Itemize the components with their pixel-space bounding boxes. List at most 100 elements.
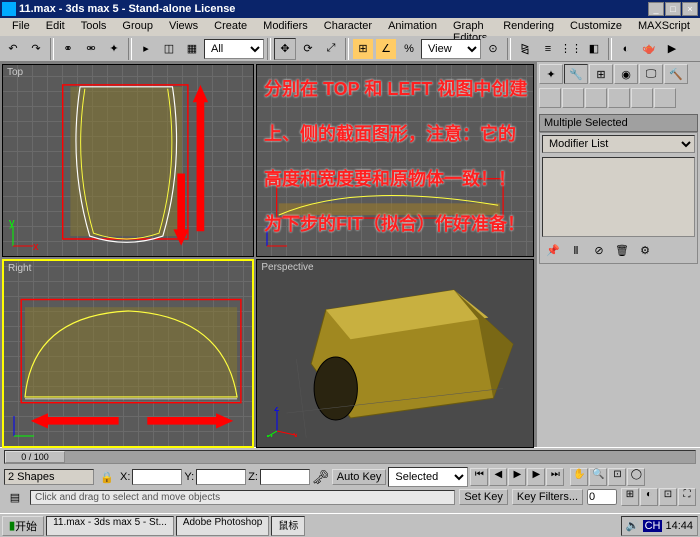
menu-create[interactable]: Create (206, 18, 255, 36)
tray-icon[interactable]: 🔊 (626, 519, 640, 532)
select-button[interactable]: ▸ (135, 38, 157, 60)
use-center[interactable]: ⊙ (482, 38, 504, 60)
keyfilters-button[interactable]: Key Filters... (512, 489, 583, 505)
menu-tools[interactable]: Tools (73, 18, 115, 36)
hierarchy-tab[interactable]: ⊞ (589, 64, 613, 84)
zoom-extents-button[interactable]: ⊡ (608, 468, 626, 486)
goto-end-button[interactable]: ⏭ (546, 468, 564, 486)
modify-tab[interactable]: 🔧 (564, 64, 588, 84)
min-max-toggle-button[interactable]: ⊞ (621, 488, 639, 506)
maxscript-listener-button[interactable]: ▤ (4, 486, 26, 508)
undo-button[interactable]: ↶ (2, 38, 24, 60)
select-scale-button[interactable]: ⤢ (320, 38, 342, 60)
menu-maxscript[interactable]: MAXScript (630, 18, 698, 36)
current-frame-input[interactable] (587, 489, 617, 505)
task-mouse[interactable]: 鼠标 (271, 516, 305, 536)
material-editor-button[interactable]: ◐ (615, 38, 637, 60)
render-scene-button[interactable]: 🫖 (638, 38, 660, 60)
next-frame-button[interactable]: ▶ (527, 468, 545, 486)
system-tray[interactable]: 🔊 CH 14:44 (621, 516, 698, 536)
lang-indicator[interactable]: CH (643, 520, 663, 532)
redo-button[interactable]: ↷ (25, 38, 47, 60)
sets2-button[interactable] (608, 88, 630, 108)
viewport-top[interactable]: Top yx (2, 64, 254, 257)
modifier-list[interactable]: Modifier List (542, 135, 695, 153)
svg-text:y: y (9, 220, 15, 229)
display-tab[interactable]: 🖵 (639, 64, 663, 84)
unlink-button[interactable]: ⚮ (80, 38, 102, 60)
config-mod-button[interactable]: ⚙ (634, 239, 656, 261)
snap-toggle[interactable]: ⊞ (352, 38, 374, 60)
create-tab[interactable]: ✦ (539, 64, 563, 84)
menu-file[interactable]: File (4, 18, 38, 36)
play-button[interactable]: ▶ (508, 468, 526, 486)
sets-button[interactable] (585, 88, 607, 108)
autokey-button[interactable]: Auto Key (332, 469, 387, 485)
select-window-button[interactable]: ▦ (181, 38, 203, 60)
maximize-button[interactable]: □ (665, 2, 681, 16)
utilities-tab[interactable]: 🔨 (664, 64, 688, 84)
mirror-button[interactable]: ⧎ (514, 38, 536, 60)
close-button[interactable]: × (682, 2, 698, 16)
viewport-left[interactable]: Right (2, 259, 254, 448)
menu-edit[interactable]: Edit (38, 18, 73, 36)
unique-button[interactable]: ⊘ (588, 239, 610, 261)
goto-start-button[interactable]: ⏮ (470, 468, 488, 486)
minimize-button[interactable]: _ (648, 2, 664, 16)
pin-button[interactable]: 📌 (542, 239, 564, 261)
app-icon (2, 2, 16, 16)
array-button[interactable]: ⋮⋮ (560, 38, 582, 60)
menu-character[interactable]: Character (316, 18, 380, 36)
config-button[interactable] (562, 88, 584, 108)
svg-text:z: z (274, 407, 280, 414)
setkey-button[interactable]: Set Key (459, 489, 508, 505)
angle-snap[interactable]: ∠ (375, 38, 397, 60)
lock-selection-button[interactable]: 🔒 (96, 466, 118, 488)
task-photoshop[interactable]: Adobe Photoshop (176, 516, 270, 536)
title-bar: 11.max - 3ds max 5 - Stand-alone License… (0, 0, 700, 18)
field-of-view-button[interactable]: ◐ (640, 488, 658, 506)
axis-gizmo-icon (10, 410, 40, 440)
start-button[interactable]: ▮开始 (2, 516, 44, 536)
select-region-button[interactable]: ◫ (158, 38, 180, 60)
menu-rendering[interactable]: Rendering (495, 18, 562, 36)
ref-coord-system[interactable]: View (421, 39, 481, 59)
x-coord-input[interactable] (132, 469, 182, 485)
arc-rotate-button[interactable]: ◯ (627, 468, 645, 486)
zoom-button[interactable]: 🔍 (589, 468, 607, 486)
command-panel: ✦ 🔧 ⊞ ◉ 🖵 🔨 Multiple Selected Modifier L… (536, 62, 700, 447)
window-title: 11.max - 3ds max 5 - Stand-alone License (19, 3, 648, 15)
task-3dsmax[interactable]: 11.max - 3ds max 5 - St... (46, 516, 174, 536)
time-slider[interactable]: 0 / 100 (0, 448, 700, 466)
viewport-perspective[interactable]: Perspective zxy (256, 259, 534, 448)
pan-view-button[interactable]: ✋ (570, 468, 588, 486)
schematic-button[interactable]: ◧ (583, 38, 605, 60)
show-result-button[interactable]: Ⅱ (565, 239, 587, 261)
quick-render-button[interactable]: ▶ (661, 38, 683, 60)
select-rotate-button[interactable]: ⟳ (297, 38, 319, 60)
menu-group[interactable]: Group (114, 18, 161, 36)
selection-filter[interactable]: All (204, 39, 264, 59)
z-coord-input[interactable] (260, 469, 310, 485)
menu-customize[interactable]: Customize (562, 18, 630, 36)
sets3-button[interactable] (631, 88, 653, 108)
y-coord-input[interactable] (196, 469, 246, 485)
pin-stack-button[interactable] (539, 88, 561, 108)
maximize-viewport-button[interactable]: ⛶ (678, 488, 696, 506)
bind-button[interactable]: ✦ (103, 38, 125, 60)
select-move-button[interactable]: ✥ (274, 38, 296, 60)
percent-snap[interactable]: % (398, 38, 420, 60)
menu-modifiers[interactable]: Modifiers (255, 18, 316, 36)
menu-graph-editors[interactable]: Graph Editors (445, 18, 495, 36)
key-mode-combo[interactable]: Selected (388, 467, 468, 487)
annotation-line2: 上、侧的截面图形，注意：它的 (264, 120, 516, 146)
zoom-all-button[interactable]: ⊡ (659, 488, 677, 506)
link-button[interactable]: ⚭ (57, 38, 79, 60)
prev-frame-button[interactable]: ◀ (489, 468, 507, 486)
sets4-button[interactable] (654, 88, 676, 108)
motion-tab[interactable]: ◉ (614, 64, 638, 84)
menu-animation[interactable]: Animation (380, 18, 445, 36)
menu-views[interactable]: Views (161, 18, 206, 36)
align-button[interactable]: ≡ (537, 38, 559, 60)
remove-mod-button[interactable]: 🗑 (611, 239, 633, 261)
